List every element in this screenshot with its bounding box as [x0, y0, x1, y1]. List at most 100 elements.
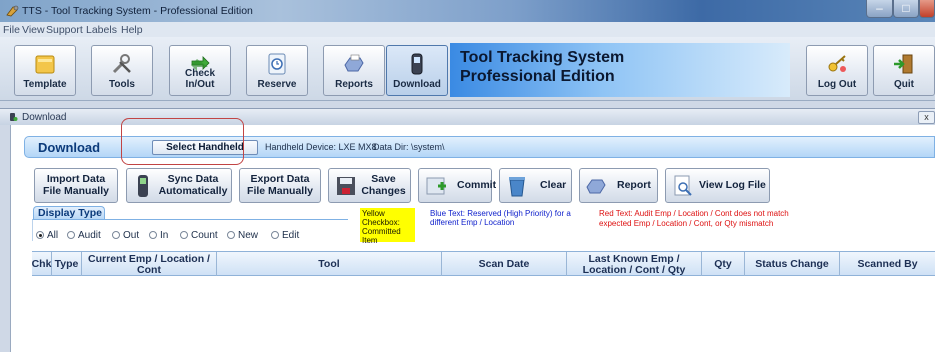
save-label-line2: Changes [361, 185, 406, 197]
menu-bar: File View Support Labels Help [0, 22, 935, 37]
radio-count-label: Count [191, 230, 218, 241]
folder-icon [35, 55, 55, 74]
floppy-disk-icon [337, 177, 355, 195]
close-button[interactable] [919, 0, 935, 18]
sync-label-line1: Sync Data [167, 173, 219, 185]
tools-icon [112, 54, 131, 74]
import-label-line1: Import Data [46, 173, 106, 185]
menu-view[interactable]: View [22, 24, 45, 36]
window-title-bar: TTS - Tool Tracking System - Professiona… [0, 0, 935, 22]
table-body [32, 276, 935, 352]
commit-add-icon [426, 177, 446, 195]
radio-new-dot [227, 231, 235, 239]
select-handheld-highlight [121, 118, 244, 165]
radio-all[interactable]: All [36, 230, 58, 241]
view-log-file-button[interactable]: View Log File [665, 168, 770, 203]
banner-title: Tool Tracking System [460, 49, 625, 66]
quit-label: Quit [894, 79, 914, 90]
radio-edit-dot [271, 231, 279, 239]
banner-subtitle: Professional Edition [460, 68, 615, 85]
download-window-icon [10, 113, 18, 121]
data-dir-text: Data Dir: \system\ [373, 142, 445, 152]
maximize-button[interactable]: □ [893, 0, 919, 18]
column-header-tool[interactable]: Tool [217, 252, 442, 277]
column-header-scan-date[interactable]: Scan Date [442, 252, 567, 277]
download-label: Download [393, 79, 441, 90]
window-title: TTS - Tool Tracking System - Professiona… [22, 5, 253, 17]
menu-labels[interactable]: Labels [86, 24, 117, 36]
legend-yellow: Yellow Checkbox: Committed Item [360, 208, 415, 245]
import-data-button[interactable]: Import Data File Manually [34, 168, 118, 203]
radio-count[interactable]: Count [180, 230, 218, 241]
radio-new[interactable]: New [227, 230, 258, 241]
download-button[interactable]: Download [386, 45, 448, 96]
radio-out-dot [112, 231, 120, 239]
clear-button[interactable]: Clear [499, 168, 572, 203]
radio-edit-label: Edit [282, 230, 300, 241]
minimize-button[interactable]: – [866, 0, 893, 18]
clock-icon [268, 53, 286, 75]
download-window-close-button[interactable]: x [918, 111, 935, 124]
radio-audit[interactable]: Audit [67, 230, 101, 241]
legend-blue: Blue Text: Reserved (High Priority) for … [430, 209, 571, 227]
export-data-button[interactable]: Export Data File Manually [239, 168, 321, 203]
column-header-last-known[interactable]: Last Known Emp / Location / Cont / Qty [567, 252, 702, 277]
sync-data-button[interactable]: Sync Data Automatically [126, 168, 232, 203]
radio-new-label: New [238, 230, 259, 241]
app-banner: Tool Tracking System Professional Editio… [450, 43, 790, 97]
column-header-chk[interactable]: Chk [32, 252, 52, 277]
display-type-tab: Display Type [33, 206, 105, 220]
radio-in-dot [149, 231, 157, 239]
reserve-label: Reserve [257, 79, 297, 90]
handheld-icon [411, 53, 423, 75]
radio-all-label: All [47, 230, 59, 241]
column-header-type[interactable]: Type [52, 252, 82, 277]
view-log-file-label: View Log File [699, 179, 766, 191]
check-in-out-label: Check In/Out [184, 68, 215, 90]
log-out-button[interactable]: Log Out [806, 45, 868, 96]
column-header-scanned-by[interactable]: Scanned By [840, 252, 935, 277]
template-label: Template [23, 79, 67, 90]
reserve-button[interactable]: Reserve [246, 45, 308, 96]
radio-in-label: In [160, 230, 169, 241]
column-header-status-change[interactable]: Status Change [745, 252, 840, 277]
radio-all-dot [36, 231, 44, 239]
table-header: Chk Type Current Emp / Location / Cont T… [32, 251, 935, 277]
commit-button[interactable]: Commit [418, 168, 496, 203]
check-in-out-button[interactable]: Check In/Out [169, 45, 231, 96]
radio-out-label: Out [123, 230, 140, 241]
handheld-device-text: Handheld Device: LXE MX8 [265, 142, 377, 152]
tools-button[interactable]: Tools [91, 45, 153, 96]
menu-support[interactable]: Support [46, 24, 83, 36]
printer-icon [586, 179, 606, 194]
column-header-qty[interactable]: Qty [702, 252, 745, 277]
commit-label: Commit [457, 179, 497, 191]
export-label-line2: File Manually [247, 185, 313, 197]
tools-label: Tools [109, 79, 135, 90]
report-label: Report [617, 179, 651, 191]
import-label-line2: File Manually [43, 185, 109, 197]
log-out-label: Log Out [817, 79, 857, 90]
trash-can-icon [509, 177, 525, 197]
exit-door-icon [894, 54, 913, 74]
reports-button[interactable]: Reports [323, 45, 385, 96]
clear-label: Clear [540, 179, 567, 191]
radio-out[interactable]: Out [112, 230, 139, 241]
app-icon [6, 5, 19, 17]
radio-audit-dot [67, 231, 75, 239]
column-header-current-emp[interactable]: Current Emp / Location / Cont [82, 252, 217, 277]
menu-help[interactable]: Help [121, 24, 143, 36]
quit-button[interactable]: Quit [873, 45, 935, 96]
report-button[interactable]: Report [579, 168, 658, 203]
radio-audit-label: Audit [78, 230, 101, 241]
handheld-sync-icon [138, 175, 148, 197]
radio-in[interactable]: In [149, 230, 168, 241]
template-button[interactable]: Template [14, 45, 76, 96]
printer-icon [344, 54, 364, 72]
radio-count-dot [180, 231, 188, 239]
menu-file[interactable]: File [3, 24, 20, 36]
legend-red: Red Text: Audit Emp / Location / Cont do… [599, 209, 789, 228]
key-icon [828, 55, 846, 72]
save-changes-button[interactable]: Save Changes [328, 168, 411, 203]
radio-edit[interactable]: Edit [271, 230, 299, 241]
